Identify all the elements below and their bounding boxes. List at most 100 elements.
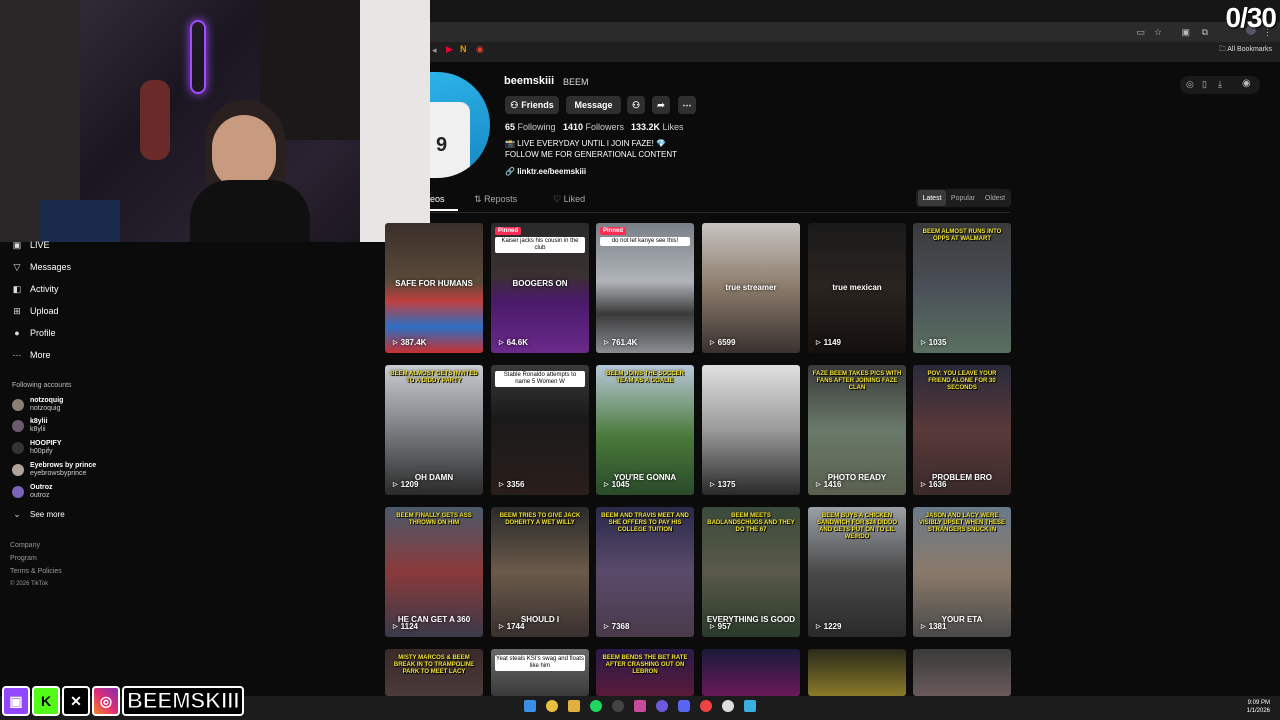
play-icon: ▷ — [816, 624, 821, 630]
star-icon[interactable]: ☆ — [1154, 27, 1162, 38]
video-tile[interactable]: BEEM FINALLY GETS ASS THROWN ON HIM HE CA… — [385, 507, 483, 637]
view-count-value: 3356 — [506, 480, 525, 489]
video-tile[interactable] — [702, 649, 800, 696]
account-outroz[interactable]: Outroz outroz — [12, 484, 53, 500]
followers-stat[interactable]: 1410 Followers — [563, 122, 624, 132]
video-tile[interactable]: ▷ 1375 — [702, 365, 800, 495]
video-tile[interactable]: BEEM ALMOST GETS INVITED TO A DIDDY PART… — [385, 365, 483, 495]
taskbar-clock[interactable]: 9:09 PM 1/1/2026 — [1247, 699, 1270, 715]
video-tile[interactable]: Pinned Kaiser jacks his cousin in the clu… — [491, 223, 589, 353]
footer-program[interactable]: Program — [10, 555, 37, 562]
video-tile[interactable]: MISTY MARCOS & BEEM BREAK IN TO TRAMPOLI… — [385, 649, 483, 696]
video-tile[interactable]: BEEM JOINS THE SOCCER TEAM AS A GOALIE YO… — [596, 365, 694, 495]
video-tile[interactable]: FAZE BEEM TAKES PICS WITH FANS AFTER JOI… — [808, 365, 906, 495]
video-tile[interactable]: BEEM BENDS THE BET RATE AFTER CRASHING O… — [596, 649, 694, 696]
app-icon[interactable] — [634, 700, 646, 712]
video-tile[interactable]: BEEM TRIES TO GIVE JACK DOHERTY A WET WI… — [491, 507, 589, 637]
message-button[interactable]: Message — [566, 96, 621, 114]
chrome-icon[interactable] — [546, 700, 558, 712]
browser-icon[interactable] — [700, 700, 712, 712]
view-count-value: 1209 — [400, 480, 419, 489]
account-eyebrowsbyprince[interactable]: Eyebrows by prince eyebrowsbyprince — [12, 462, 96, 478]
video-tile[interactable]: JASON AND LACY WERE VISIBLY UPSET WHEN T… — [913, 507, 1011, 637]
video-tile[interactable]: POV: YOU LEAVE YOUR FRIEND ALONE FOR 30 … — [913, 365, 1011, 495]
notepad-icon[interactable] — [744, 700, 756, 712]
discord-icon[interactable] — [678, 700, 690, 712]
video-tile[interactable]: true mexican ▷ 1149 — [808, 223, 906, 353]
tab-liked[interactable]: ♡ Liked — [553, 194, 585, 205]
video-tile[interactable]: Stable Ronaldo attempts to name 5 Women … — [491, 365, 589, 495]
back-icon[interactable]: ◂ — [432, 45, 437, 56]
extension-icon[interactable]: ▣ — [1181, 27, 1190, 38]
more-options-icon[interactable]: ⋯ — [678, 96, 696, 114]
streamer-brand: BEEMSKIII — [122, 686, 245, 716]
following-stat[interactable]: 65 Following — [505, 122, 556, 132]
bio-line-1: 📸 LIVE EVERYDAY UNTIL I JOIN FAZE! 💎 — [505, 139, 666, 148]
sidebar-item-profile[interactable]: ● Profile — [12, 328, 56, 338]
video-tile[interactable] — [808, 649, 906, 696]
footer-terms[interactable]: Terms & Policies — [10, 568, 62, 575]
sort-popular[interactable]: Popular — [949, 190, 977, 206]
red-bookmark-icon[interactable]: ◉ — [476, 44, 484, 55]
video-caption: FAZE BEEM TAKES PICS WITH FANS AFTER JOI… — [812, 371, 902, 391]
video-caption: BEEM ALMOST GETS INVITED TO A DIDDY PART… — [390, 371, 478, 384]
folder-icon: 🗀 — [1218, 46, 1228, 53]
obs-icon[interactable] — [612, 700, 624, 712]
cast-icon[interactable]: ▭ — [1136, 27, 1145, 38]
sort-latest[interactable]: Latest — [918, 190, 946, 206]
footer-company[interactable]: Company — [10, 542, 40, 549]
tab-reposts[interactable]: ⇅ Reposts — [474, 194, 517, 205]
video-tile[interactable] — [913, 649, 1011, 696]
account-name: k8ylii — [30, 418, 48, 425]
video-tile[interactable]: SAFE FOR HUMANS ▷ 387.4K — [385, 223, 483, 353]
see-more-button[interactable]: ⌄ See more — [12, 509, 64, 519]
puzzle-icon[interactable]: ⧉ — [1202, 27, 1208, 38]
bio-line-2: FOLLOW ME FOR GENERATIONAL CONTENT — [505, 150, 678, 159]
app-icon-2[interactable] — [722, 700, 734, 712]
share-icon[interactable]: ➦ — [652, 96, 670, 114]
video-tile[interactable]: BEEM BUYS A CHICKEN SANDWICH FOR $24 DID… — [808, 507, 906, 637]
all-bookmarks[interactable]: 🗀 All Bookmarks — [1219, 45, 1272, 56]
profile-link[interactable]: 🔗 linktr.ee/beemskiii — [505, 167, 586, 176]
account-k8ylii[interactable]: k8ylii k8ylii — [12, 418, 48, 434]
sidebar-item-upload[interactable]: ⊞ Upload — [12, 306, 58, 316]
link-icon: 🔗 — [505, 167, 515, 176]
spotify-icon[interactable] — [590, 700, 602, 712]
phone-icon[interactable]: ▯ — [1202, 79, 1207, 90]
folder-icon[interactable] — [568, 700, 580, 712]
account-hoopify[interactable]: HOOPIFY h00pify — [12, 440, 62, 456]
windows-start-icon[interactable] — [524, 700, 536, 712]
compass-icon[interactable]: ◎ — [1186, 79, 1194, 90]
view-count: ▷ 64.6K — [499, 338, 528, 347]
view-count: ▷ 1744 — [499, 622, 524, 631]
video-tile[interactable]: true streamer ▷ 6599 — [702, 223, 800, 353]
view-count: ▷ 7368 — [604, 622, 629, 631]
video-tile[interactable]: Pinned do not let kanye see this! ▷ 761.4K — [596, 223, 694, 353]
sidebar-item-activity[interactable]: ◧ Activity — [12, 284, 59, 294]
sidebar-item-messages[interactable]: ▽ Messages — [12, 262, 72, 272]
video-tile[interactable]: BEEM AND TRAVIS MEET AND SHE OFFERS TO P… — [596, 507, 694, 637]
add-friend-icon[interactable]: ⚇ — [627, 96, 645, 114]
sidebar-item-more[interactable]: ⋯ More — [12, 350, 51, 360]
view-count-value: 1124 — [400, 622, 418, 631]
friends-button[interactable]: ⚇ Friends — [505, 96, 559, 114]
likes-label: Likes — [662, 122, 684, 132]
sidebar-item-label: Profile — [30, 328, 56, 338]
video-overlay-text: BOOGERS ON — [512, 279, 568, 288]
video-tile[interactable]: Yeat steals KSI's swag and floats like h… — [491, 649, 589, 696]
sort-oldest[interactable]: Oldest — [981, 190, 1009, 206]
download-icon[interactable]: ⤓ — [1218, 79, 1222, 90]
sidebar-item-live[interactable]: ▣ LIVE — [12, 240, 50, 250]
play-icon: ▷ — [604, 340, 609, 346]
tab-videos[interactable]: eos — [430, 194, 445, 204]
video-tile[interactable]: BEEM MEETS BADLANDSCHUGS AND THEY DO THE… — [702, 507, 800, 637]
chevron-down-icon[interactable]: ◉ — [1242, 78, 1251, 89]
youtube-bookmark-icon[interactable]: ▶ — [446, 44, 453, 55]
address-bar[interactable]: ▭ ☆ ▣ ⧉ ⋮ — [430, 22, 1280, 42]
video-tile[interactable]: BEEM ALMOST RUNS INTO OPPS AT WALMART ▷ 10… — [913, 223, 1011, 353]
profile-avatar[interactable]: 9 — [430, 72, 490, 178]
play-icon: ▷ — [921, 482, 926, 488]
n-bookmark-icon[interactable]: N — [460, 44, 467, 54]
proton-icon[interactable] — [656, 700, 668, 712]
account-notzoquig[interactable]: notzoquig notzoquig — [12, 397, 63, 413]
